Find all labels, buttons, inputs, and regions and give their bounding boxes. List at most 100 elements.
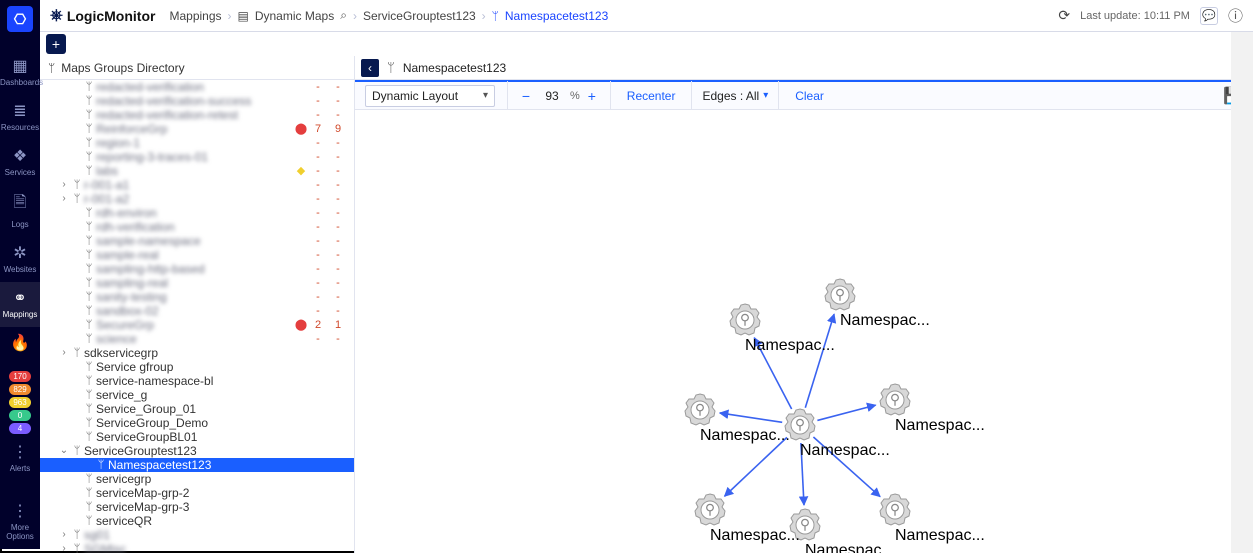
- alert-badge[interactable]: 829: [9, 384, 31, 395]
- refresh-icon[interactable]: ⟳: [1058, 7, 1070, 24]
- tree-row[interactable]: ᛘregion-1--: [40, 136, 354, 150]
- nav-resources[interactable]: ≣Resources: [0, 95, 40, 140]
- tree-row[interactable]: ᛘserviceMap-grp-3: [40, 500, 354, 514]
- tree-row-label: service_g: [96, 388, 294, 402]
- alert-badge[interactable]: 0: [9, 410, 31, 421]
- chevron-left-icon: ‹: [368, 61, 372, 75]
- tree-row[interactable]: ᛘsample-real--: [40, 248, 354, 262]
- crumb-dynmaps[interactable]: Dynamic Maps: [255, 9, 334, 23]
- tree-row[interactable]: ›ᛘsg01: [40, 528, 354, 542]
- tree-row[interactable]: ᛘReinforceGrp⬤79: [40, 122, 354, 136]
- tree-row[interactable]: ᛘserviceMap-grp-2: [40, 486, 354, 500]
- hierarchy-icon: ᛘ: [82, 122, 96, 136]
- tree-row[interactable]: ›ᛘSGMisc: [40, 542, 354, 553]
- chat-icon[interactable]: 💬: [1200, 7, 1218, 25]
- nav-logs[interactable]: 🗎Logs: [0, 185, 40, 237]
- nav-alerts[interactable]: ⋮ Alerts: [0, 436, 40, 481]
- nav-dashboards[interactable]: ▦Dashboards: [0, 50, 40, 95]
- zoom-in-button[interactable]: +: [584, 88, 600, 104]
- hierarchy-icon: ᛘ: [82, 318, 96, 332]
- expand-toggle[interactable]: ›: [58, 192, 70, 206]
- tree-row[interactable]: ᛘSecureGrp⬤21: [40, 318, 354, 332]
- tree-row[interactable]: ›ᛘr-001-a2--: [40, 192, 354, 206]
- tree-row[interactable]: ᛘService_Group_01: [40, 402, 354, 416]
- tree-row[interactable]: ᛘredacted-verification-retest--: [40, 108, 354, 122]
- topology-canvas[interactable]: ⚲ Namespac...Namespac...Namespac...Names…: [355, 110, 1253, 553]
- zoom-out-button[interactable]: −: [518, 88, 534, 104]
- add-button[interactable]: +: [46, 34, 66, 54]
- tree-row[interactable]: ᛘServiceGroup_Demo: [40, 416, 354, 430]
- tree-row[interactable]: ᛘsampling-real--: [40, 276, 354, 290]
- alert-badge[interactable]: 963: [9, 397, 31, 408]
- tree-row[interactable]: ᛘrdh-verification--: [40, 220, 354, 234]
- tree-row[interactable]: ᛘrdh-environ--: [40, 206, 354, 220]
- tree-row-label: labs: [96, 164, 294, 178]
- tree-row[interactable]: ᛘsample-namespace--: [40, 234, 354, 248]
- tree-row[interactable]: ›ᛘr-001-a1--: [40, 178, 354, 192]
- tree-row[interactable]: ᛘService gfroup: [40, 360, 354, 374]
- tree-row-label: sg01: [84, 528, 294, 542]
- expand-toggle[interactable]: ›: [58, 346, 70, 360]
- tree-row[interactable]: ›ᛘsdkservicegrp: [40, 346, 354, 360]
- layout-select-label: Dynamic Layout: [372, 89, 458, 103]
- hierarchy-icon: ᛘ: [82, 430, 96, 444]
- last-update-text: Last update: 10:11 PM: [1080, 10, 1190, 22]
- tree-row[interactable]: ᛘsandbox-02--: [40, 304, 354, 318]
- tree-row[interactable]: ᛘservice-namespace-bl: [40, 374, 354, 388]
- tree-row-count1: 2: [308, 318, 328, 332]
- search-icon[interactable]: ⌕: [340, 8, 347, 23]
- tree-row[interactable]: ⌄ᛘServiceGrouptest123: [40, 444, 354, 458]
- brand-name[interactable]: ⎈ LogicMonitor: [50, 7, 155, 25]
- expand-toggle[interactable]: ⌄: [58, 444, 70, 458]
- topology-node[interactable]: Namespac...: [785, 409, 890, 459]
- tree-row[interactable]: ᛘlabs◆--: [40, 164, 354, 178]
- tree-body[interactable]: ᛘredacted-verification--ᛘredacted-verifi…: [40, 80, 354, 553]
- topology-node[interactable]: Namespac...: [730, 304, 835, 354]
- tree-row[interactable]: ᛘNamespacetest123: [40, 458, 354, 472]
- hierarchy-icon: ᛘ: [82, 248, 96, 262]
- back-button[interactable]: ‹: [361, 59, 379, 77]
- tree-row[interactable]: ᛘServiceGroupBL01: [40, 430, 354, 444]
- alert-badge[interactable]: 170: [9, 371, 31, 382]
- expand-toggle[interactable]: ›: [58, 178, 70, 192]
- tree-row[interactable]: ᛘservicegrp: [40, 472, 354, 486]
- nav-mappings[interactable]: ⚭Mappings: [0, 282, 40, 327]
- nav-fire[interactable]: 🔥: [0, 327, 40, 363]
- expand-toggle[interactable]: ›: [58, 542, 70, 553]
- alert-badge[interactable]: 4: [9, 423, 31, 434]
- topology-node[interactable]: Namespac...: [825, 279, 930, 329]
- topology-node[interactable]: Namespac...: [695, 494, 800, 544]
- topology-node[interactable]: Namespac...: [880, 384, 985, 434]
- tree-row[interactable]: ᛘscience--: [40, 332, 354, 346]
- caret-down-icon: ▾: [483, 90, 488, 101]
- tree-row[interactable]: ᛘsampling-http-based--: [40, 262, 354, 276]
- help-icon[interactable]: ⓘ: [1228, 5, 1243, 26]
- recenter-button[interactable]: Recenter: [623, 89, 680, 103]
- topology-node[interactable]: Namespac...: [790, 509, 895, 553]
- tree-row[interactable]: ᛘserviceQR: [40, 514, 354, 528]
- hierarchy-icon: ᛘ: [492, 9, 499, 23]
- tree-row[interactable]: ᛘredacted-verification-success--: [40, 94, 354, 108]
- topology-graph[interactable]: ⚲ Namespac...Namespac...Namespac...Names…: [355, 110, 1253, 553]
- tree-row[interactable]: ᛘreporting-3-traces-01--: [40, 150, 354, 164]
- tree-row[interactable]: ᛘredacted-verification--: [40, 80, 354, 94]
- nav-websites[interactable]: ✲Websites: [0, 237, 40, 282]
- edges-filter[interactable]: Edges : All ▾: [691, 81, 779, 111]
- hierarchy-icon: ᛘ: [48, 61, 55, 75]
- tree-header: ᛘ Maps Groups Directory: [40, 56, 354, 80]
- crumb-current[interactable]: Namespacetest123: [505, 9, 608, 23]
- crumb-group[interactable]: ServiceGrouptest123: [363, 9, 476, 23]
- nav-services[interactable]: ❖Services: [0, 140, 40, 185]
- clear-button[interactable]: Clear: [791, 89, 828, 103]
- topology-node[interactable]: Namespac...: [685, 394, 790, 444]
- crumb-root[interactable]: Mappings: [169, 9, 221, 23]
- expand-toggle[interactable]: ›: [58, 528, 70, 542]
- tree-row[interactable]: ᛘservice_g: [40, 388, 354, 402]
- topology-node[interactable]: Namespac...: [880, 494, 985, 544]
- tree-row[interactable]: ᛘsanity-testing--: [40, 290, 354, 304]
- chevron-right-icon: ›: [353, 9, 357, 23]
- nav-more[interactable]: ⋮ More Options: [0, 495, 40, 549]
- chevron-right-icon: ›: [228, 9, 232, 23]
- layout-select[interactable]: Dynamic Layout ▾: [365, 85, 495, 107]
- brand-logo-icon[interactable]: ⎔: [7, 6, 33, 32]
